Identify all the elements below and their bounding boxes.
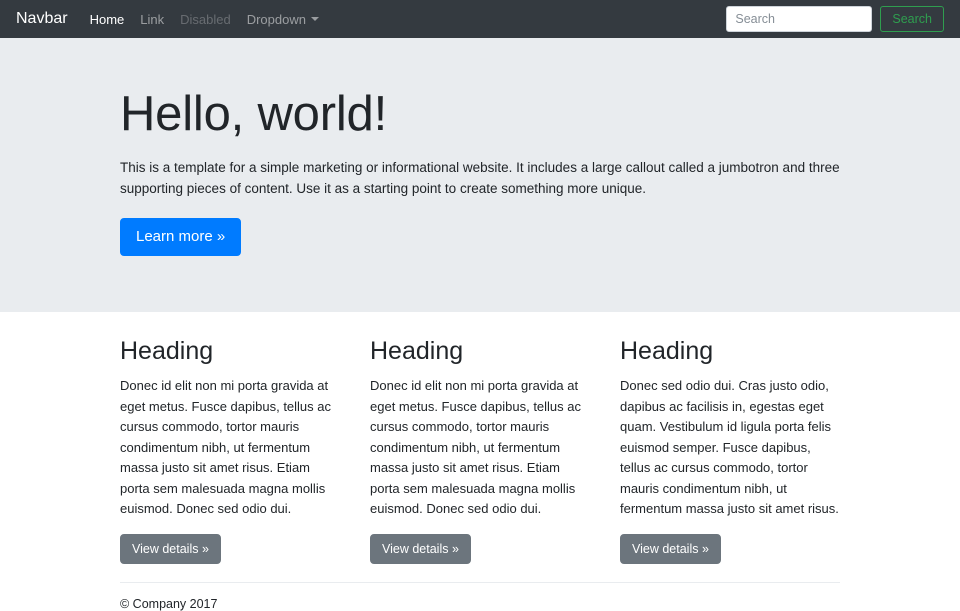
page-footer: © Company 2017 <box>120 582 840 611</box>
navbar-brand[interactable]: Navbar <box>16 10 68 28</box>
nav-item-link[interactable]: Link <box>140 12 164 27</box>
feature-column-3: Heading Donec sed odio dui. Cras justo o… <box>620 336 840 564</box>
learn-more-button[interactable]: Learn more » <box>120 218 241 256</box>
page-title: Hello, world! <box>120 86 840 142</box>
nav-item-link-label: Link <box>140 12 164 27</box>
jumbotron-container: Hello, world! This is a template for a s… <box>105 86 855 256</box>
navbar: Navbar Home Link Disabled Dropdown Searc… <box>0 0 960 38</box>
feature-heading-2: Heading <box>370 336 590 366</box>
search-input[interactable] <box>726 6 872 32</box>
feature-column-2: Heading Donec id elit non mi porta gravi… <box>370 336 590 564</box>
jumbotron: Hello, world! This is a template for a s… <box>0 38 960 312</box>
view-details-button-3[interactable]: View details » <box>620 534 721 564</box>
nav-item-home[interactable]: Home <box>90 12 125 27</box>
nav-item-dropdown-label: Dropdown <box>247 12 306 27</box>
feature-heading-3: Heading <box>620 336 840 366</box>
feature-body-1: Donec id elit non mi porta gravida at eg… <box>120 376 340 520</box>
feature-body-3: Donec sed odio dui. Cras justo odio, dap… <box>620 376 840 520</box>
navbar-nav: Home Link Disabled Dropdown <box>90 12 727 27</box>
search-button[interactable]: Search <box>880 6 944 32</box>
feature-body-2: Donec id elit non mi porta gravida at eg… <box>370 376 590 520</box>
feature-columns-row: Heading Donec id elit non mi porta gravi… <box>120 336 840 564</box>
chevron-down-icon <box>311 17 319 21</box>
nav-item-home-label: Home <box>90 12 125 27</box>
nav-item-dropdown[interactable]: Dropdown <box>247 12 319 27</box>
nav-item-disabled-label: Disabled <box>180 12 231 27</box>
view-details-button-1[interactable]: View details » <box>120 534 221 564</box>
view-details-button-2[interactable]: View details » <box>370 534 471 564</box>
feature-heading-1: Heading <box>120 336 340 366</box>
navbar-search-form: Search <box>726 6 944 32</box>
main-content: Heading Donec id elit non mi porta gravi… <box>105 312 855 611</box>
nav-item-disabled: Disabled <box>180 12 231 27</box>
jumbotron-lead-text: This is a template for a simple marketin… <box>120 158 840 200</box>
copyright-text: © Company 2017 <box>120 597 840 611</box>
feature-column-1: Heading Donec id elit non mi porta gravi… <box>120 336 340 564</box>
